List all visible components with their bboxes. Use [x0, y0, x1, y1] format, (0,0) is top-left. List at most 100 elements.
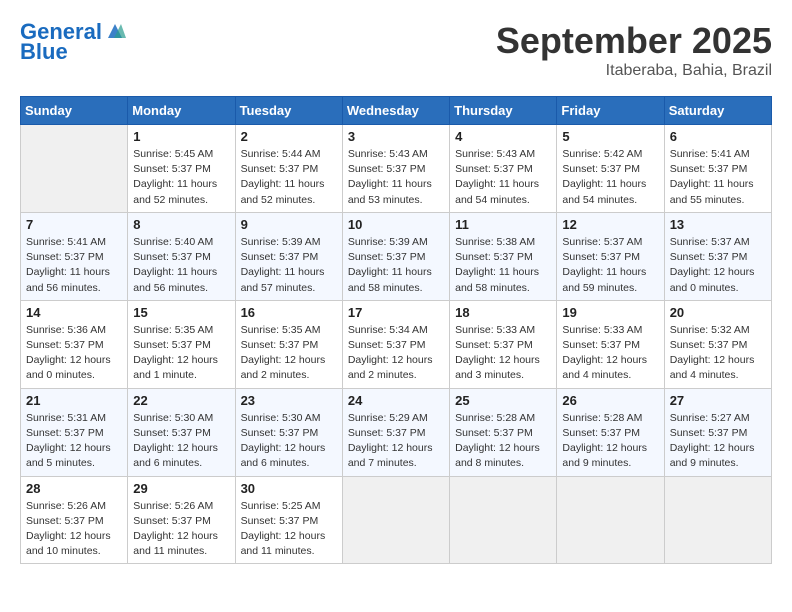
day-info: Sunrise: 5:34 AM Sunset: 5:37 PM Dayligh…: [348, 323, 444, 384]
calendar-cell: 8Sunrise: 5:40 AM Sunset: 5:37 PM Daylig…: [128, 212, 235, 300]
week-row-3: 14Sunrise: 5:36 AM Sunset: 5:37 PM Dayli…: [21, 300, 772, 388]
day-number: 14: [26, 305, 122, 320]
day-number: 23: [241, 393, 337, 408]
day-number: 11: [455, 217, 551, 232]
day-number: 25: [455, 393, 551, 408]
day-number: 16: [241, 305, 337, 320]
day-info: Sunrise: 5:43 AM Sunset: 5:37 PM Dayligh…: [455, 147, 551, 208]
day-number: 5: [562, 129, 658, 144]
day-info: Sunrise: 5:32 AM Sunset: 5:37 PM Dayligh…: [670, 323, 766, 384]
week-row-5: 28 Sunrise: 5:26 AM Sunset: 5:37 PM Dayli…: [21, 476, 772, 564]
calendar-cell: 20Sunrise: 5:32 AM Sunset: 5:37 PM Dayli…: [664, 300, 771, 388]
day-number: 6: [670, 129, 766, 144]
calendar-cell: [450, 476, 557, 564]
calendar-cell: 1Sunrise: 5:45 AM Sunset: 5:37 PM Daylig…: [128, 125, 235, 213]
calendar-cell: [21, 125, 128, 213]
day-number: 22: [133, 393, 229, 408]
month-title: September 2025: [496, 20, 772, 62]
day-number: 29: [133, 481, 229, 496]
calendar-cell: 6 Sunrise: 5:41 AM Sunset: 5:37 PM Daylig…: [664, 125, 771, 213]
day-info: Sunrise: 5:44 AM Sunset: 5:37 PM Dayligh…: [241, 147, 337, 208]
title-block: September 2025 Itaberaba, Bahia, Brazil: [496, 20, 772, 80]
day-number: 10: [348, 217, 444, 232]
calendar-cell: 29 Sunrise: 5:26 AM Sunset: 5:37 PM Dayli…: [128, 476, 235, 564]
day-number: 9: [241, 217, 337, 232]
calendar-cell: 13 Sunrise: 5:37 AM Sunset: 5:37 PM Dayli…: [664, 212, 771, 300]
calendar-cell: 26 Sunrise: 5:28 AM Sunset: 5:37 PM Dayli…: [557, 388, 664, 476]
header-col-wednesday: Wednesday: [342, 97, 449, 125]
calendar-cell: 7 Sunrise: 5:41 AM Sunset: 5:37 PM Daylig…: [21, 212, 128, 300]
day-number: 15: [133, 305, 229, 320]
day-number: 27: [670, 393, 766, 408]
week-row-4: 21Sunrise: 5:31 AM Sunset: 5:37 PM Dayli…: [21, 388, 772, 476]
calendar-cell: 18Sunrise: 5:33 AM Sunset: 5:37 PM Dayli…: [450, 300, 557, 388]
calendar-cell: 17 Sunrise: 5:34 AM Sunset: 5:37 PM Dayli…: [342, 300, 449, 388]
calendar-cell: 30Sunrise: 5:25 AM Sunset: 5:37 PM Dayli…: [235, 476, 342, 564]
header-col-sunday: Sunday: [21, 97, 128, 125]
day-number: 13: [670, 217, 766, 232]
day-number: 17: [348, 305, 444, 320]
day-info: Sunrise: 5:35 AM Sunset: 5:37 PM Dayligh…: [241, 323, 337, 384]
day-info: Sunrise: 5:37 AM Sunset: 5:37 PM Dayligh…: [670, 235, 766, 296]
calendar-cell: 19 Sunrise: 5:33 AM Sunset: 5:37 PM Dayli…: [557, 300, 664, 388]
day-number: 19: [562, 305, 658, 320]
calendar-body: 1Sunrise: 5:45 AM Sunset: 5:37 PM Daylig…: [21, 125, 772, 564]
day-info: Sunrise: 5:42 AM Sunset: 5:37 PM Dayligh…: [562, 147, 658, 208]
calendar-table: SundayMondayTuesdayWednesdayThursdayFrid…: [20, 96, 772, 564]
calendar-cell: [342, 476, 449, 564]
calendar-cell: 11 Sunrise: 5:38 AM Sunset: 5:37 PM Dayli…: [450, 212, 557, 300]
day-number: 26: [562, 393, 658, 408]
calendar-header: SundayMondayTuesdayWednesdayThursdayFrid…: [21, 97, 772, 125]
logo: General Blue: [20, 20, 126, 64]
week-row-2: 7 Sunrise: 5:41 AM Sunset: 5:37 PM Daylig…: [21, 212, 772, 300]
header-col-monday: Monday: [128, 97, 235, 125]
calendar-cell: 22 Sunrise: 5:30 AM Sunset: 5:37 PM Dayli…: [128, 388, 235, 476]
header-col-tuesday: Tuesday: [235, 97, 342, 125]
day-info: Sunrise: 5:38 AM Sunset: 5:37 PM Dayligh…: [455, 235, 551, 296]
calendar-cell: 2 Sunrise: 5:44 AM Sunset: 5:37 PM Daylig…: [235, 125, 342, 213]
calendar-cell: 14Sunrise: 5:36 AM Sunset: 5:37 PM Dayli…: [21, 300, 128, 388]
day-number: 24: [348, 393, 444, 408]
day-info: Sunrise: 5:29 AM Sunset: 5:37 PM Dayligh…: [348, 411, 444, 472]
calendar-cell: 25 Sunrise: 5:28 AM Sunset: 5:37 PM Dayli…: [450, 388, 557, 476]
page-header: General Blue September 2025 Itaberaba, B…: [20, 20, 772, 80]
day-number: 28: [26, 481, 122, 496]
day-number: 7: [26, 217, 122, 232]
calendar-cell: 10Sunrise: 5:39 AM Sunset: 5:37 PM Dayli…: [342, 212, 449, 300]
header-col-saturday: Saturday: [664, 97, 771, 125]
calendar-cell: 15 Sunrise: 5:35 AM Sunset: 5:37 PM Dayli…: [128, 300, 235, 388]
calendar-cell: 24 Sunrise: 5:29 AM Sunset: 5:37 PM Dayli…: [342, 388, 449, 476]
calendar-cell: 27 Sunrise: 5:27 AM Sunset: 5:37 PM Dayli…: [664, 388, 771, 476]
day-info: Sunrise: 5:37 AM Sunset: 5:37 PM Dayligh…: [562, 235, 658, 296]
day-number: 3: [348, 129, 444, 144]
day-number: 4: [455, 129, 551, 144]
day-info: Sunrise: 5:25 AM Sunset: 5:37 PM Dayligh…: [241, 499, 337, 560]
header-col-thursday: Thursday: [450, 97, 557, 125]
calendar-cell: 23Sunrise: 5:30 AM Sunset: 5:37 PM Dayli…: [235, 388, 342, 476]
day-info: Sunrise: 5:43 AM Sunset: 5:37 PM Dayligh…: [348, 147, 444, 208]
day-number: 21: [26, 393, 122, 408]
day-info: Sunrise: 5:26 AM Sunset: 5:37 PM Dayligh…: [133, 499, 229, 560]
day-number: 18: [455, 305, 551, 320]
day-info: Sunrise: 5:30 AM Sunset: 5:37 PM Dayligh…: [133, 411, 229, 472]
location: Itaberaba, Bahia, Brazil: [496, 62, 772, 80]
week-row-1: 1Sunrise: 5:45 AM Sunset: 5:37 PM Daylig…: [21, 125, 772, 213]
day-info: Sunrise: 5:26 AM Sunset: 5:37 PM Dayligh…: [26, 499, 122, 560]
day-info: Sunrise: 5:41 AM Sunset: 5:37 PM Dayligh…: [670, 147, 766, 208]
calendar-cell: 3 Sunrise: 5:43 AM Sunset: 5:37 PM Daylig…: [342, 125, 449, 213]
calendar-cell: 28 Sunrise: 5:26 AM Sunset: 5:37 PM Dayli…: [21, 476, 128, 564]
day-info: Sunrise: 5:28 AM Sunset: 5:37 PM Dayligh…: [455, 411, 551, 472]
day-number: 2: [241, 129, 337, 144]
day-info: Sunrise: 5:39 AM Sunset: 5:37 PM Dayligh…: [241, 235, 337, 296]
day-info: Sunrise: 5:27 AM Sunset: 5:37 PM Dayligh…: [670, 411, 766, 472]
day-info: Sunrise: 5:35 AM Sunset: 5:37 PM Dayligh…: [133, 323, 229, 384]
day-info: Sunrise: 5:33 AM Sunset: 5:37 PM Dayligh…: [562, 323, 658, 384]
calendar-cell: [664, 476, 771, 564]
header-col-friday: Friday: [557, 97, 664, 125]
calendar-cell: 9 Sunrise: 5:39 AM Sunset: 5:37 PM Daylig…: [235, 212, 342, 300]
day-info: Sunrise: 5:41 AM Sunset: 5:37 PM Dayligh…: [26, 235, 122, 296]
calendar-cell: 21Sunrise: 5:31 AM Sunset: 5:37 PM Dayli…: [21, 388, 128, 476]
day-number: 12: [562, 217, 658, 232]
day-info: Sunrise: 5:28 AM Sunset: 5:37 PM Dayligh…: [562, 411, 658, 472]
header-row: SundayMondayTuesdayWednesdayThursdayFrid…: [21, 97, 772, 125]
